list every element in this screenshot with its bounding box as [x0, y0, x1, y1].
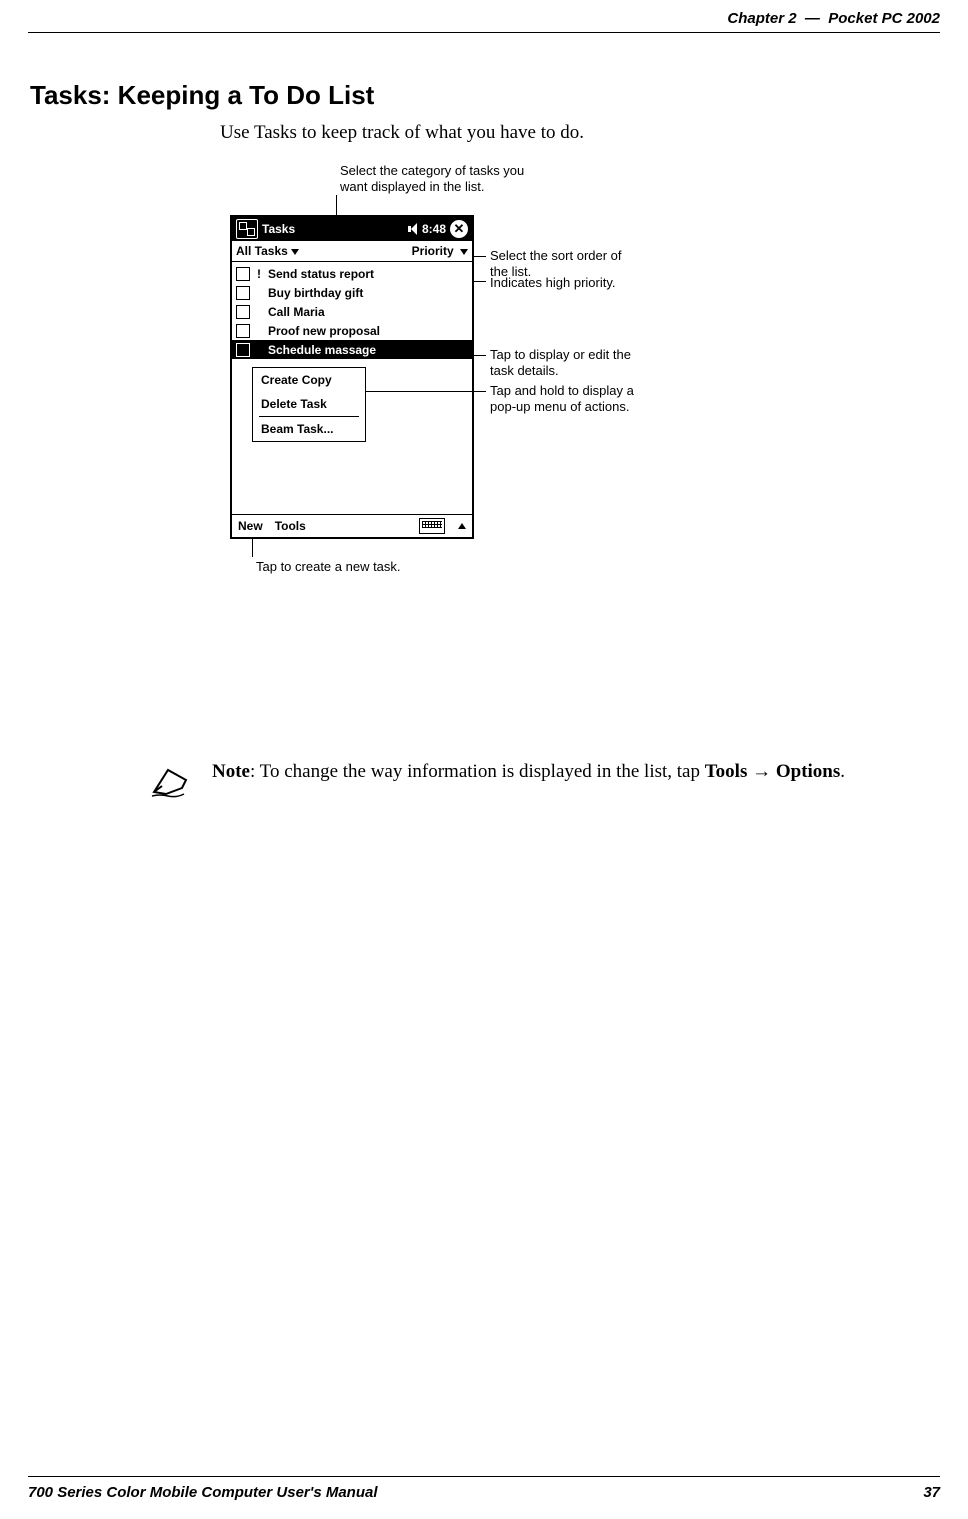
- callout-line: [252, 537, 253, 557]
- chevron-down-icon: [291, 249, 299, 255]
- note-options: Options: [776, 761, 840, 782]
- menu-delete-task[interactable]: Delete Task: [253, 392, 365, 416]
- task-checkbox[interactable]: [236, 305, 250, 319]
- callout-line: [474, 355, 486, 356]
- header-title: Pocket PC 2002: [828, 10, 940, 27]
- task-checkbox[interactable]: [236, 343, 250, 357]
- tools-button[interactable]: Tools: [275, 519, 306, 533]
- start-icon[interactable]: [236, 219, 258, 239]
- task-checkbox[interactable]: [236, 267, 250, 281]
- footer-rule: [28, 1476, 940, 1477]
- page-header: Chapter 2 — Pocket PC 2002: [727, 10, 940, 27]
- chevron-down-icon: [460, 249, 468, 255]
- task-checkbox[interactable]: [236, 286, 250, 300]
- task-label: Proof new proposal: [268, 324, 380, 338]
- clock-time: 8:48: [422, 222, 446, 236]
- section-heading: Tasks: Keeping a To Do List: [30, 80, 374, 111]
- task-label: Buy birthday gift: [268, 286, 363, 300]
- task-row[interactable]: Call Maria: [232, 302, 472, 321]
- note-label: Note: [212, 761, 250, 782]
- note-period: .: [840, 761, 845, 782]
- note-row: Note: To change the way information is d…: [148, 760, 938, 800]
- callout-line: [474, 281, 486, 282]
- callout-line: [474, 256, 486, 257]
- callout-line: [365, 391, 486, 392]
- note-tools: Tools: [705, 761, 748, 782]
- task-row[interactable]: Proof new proposal: [232, 321, 472, 340]
- context-menu: Create Copy Delete Task Beam Task...: [252, 367, 366, 442]
- footer-page-number: 37: [923, 1484, 940, 1501]
- filter-category[interactable]: All Tasks: [236, 244, 299, 258]
- task-checkbox[interactable]: [236, 324, 250, 338]
- menu-create-copy[interactable]: Create Copy: [253, 368, 365, 392]
- note-body-1: : To change the way information is displ…: [250, 761, 705, 782]
- task-row-selected[interactable]: Schedule massage: [232, 340, 472, 359]
- header-sep: —: [805, 10, 820, 27]
- menu-beam-task[interactable]: Beam Task...: [253, 417, 365, 441]
- device-screen: Tasks 8:48 ✕ All Tasks Priority ! Send s…: [230, 215, 474, 539]
- figure-area: Select the category of tasks you want di…: [220, 155, 750, 755]
- task-row[interactable]: Buy birthday gift: [232, 283, 472, 302]
- intro-text: Use Tasks to keep track of what you have…: [220, 122, 584, 144]
- header-chapter: Chapter 2: [727, 10, 796, 27]
- new-button[interactable]: New: [238, 519, 263, 533]
- filter-bar: All Tasks Priority: [232, 241, 472, 262]
- callout-top: Select the category of tasks you want di…: [340, 163, 540, 194]
- keyboard-icon[interactable]: [419, 518, 445, 534]
- task-row[interactable]: ! Send status report: [232, 264, 472, 283]
- arrow-right-icon: →: [752, 761, 771, 782]
- header-rule: [28, 32, 940, 33]
- priority-indicator: !: [254, 267, 264, 281]
- task-label: Send status report: [268, 267, 374, 281]
- title-bar: Tasks 8:48 ✕: [232, 217, 472, 241]
- note-icon: [148, 760, 194, 800]
- speaker-icon[interactable]: [408, 223, 418, 235]
- command-bar: New Tools: [232, 514, 472, 537]
- callout-details: Tap to display or edit the task details.: [490, 347, 650, 378]
- chevron-up-icon[interactable]: [458, 523, 466, 529]
- note-text: Note: To change the way information is d…: [212, 760, 845, 784]
- task-label: Schedule massage: [268, 343, 376, 357]
- callout-priority: Indicates high priority.: [490, 275, 650, 291]
- close-icon[interactable]: ✕: [450, 220, 468, 238]
- task-list: ! Send status report Buy birthday gift C…: [232, 262, 472, 359]
- footer-manual-title: 700 Series Color Mobile Computer User's …: [28, 1484, 378, 1501]
- task-label: Call Maria: [268, 305, 325, 319]
- callout-popup: Tap and hold to display a pop-up menu of…: [490, 383, 660, 414]
- filter-sort[interactable]: Priority: [412, 244, 468, 258]
- callout-new: Tap to create a new task.: [256, 559, 456, 575]
- app-title: Tasks: [262, 222, 295, 236]
